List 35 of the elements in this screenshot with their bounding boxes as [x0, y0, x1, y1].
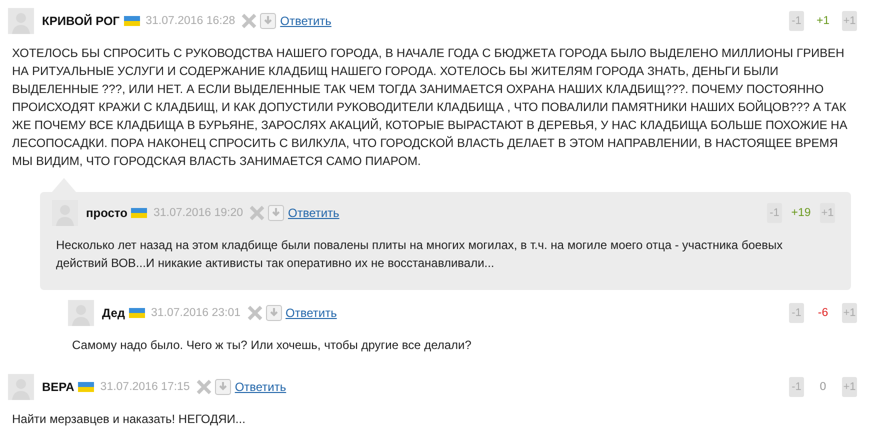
close-icon[interactable]	[241, 13, 258, 29]
author-name[interactable]: КРИВОЙ РОГ	[42, 14, 120, 28]
comment-text: Несколько лет назад на этом кладбище были повалены плиты на многих могилах, в т.ч. на могиле моего отца - участника боевых действий ВОВ...И никакие активисты так оперативно их не восстанавливали...	[55, 237, 784, 272]
comment-text: Самому надо было. Чего ж ты? Или хочешь, чтобы другие все делали?	[71, 337, 472, 354]
avatar-icon	[68, 300, 94, 326]
avatar-icon	[8, 374, 34, 400]
vote-score: -6	[816, 307, 830, 319]
author-name[interactable]: Дед	[102, 306, 125, 320]
vote-score: +1	[815, 15, 831, 27]
close-icon[interactable]	[249, 205, 266, 221]
comment-date: 31.07.2016 16:28	[146, 15, 236, 27]
comment-text: ХОТЕЛОСЬ БЫ СПРОСИТЬ С РУКОВОДСТВА НАШЕГО ГОРОДА, В НАЧАЛЕ ГОДА С БЮДЖЕТА ГОРОДА БЫЛО ВЫДЕЛЕНО МИЛЛИОНЫ ГРИВЕН НА РИТУАЛЬНЫЕ УСЛУГИ И СОДЕРЖАНИЕ КЛАДБИЩ НАШЕГО ГОРОДА. ХОТЕЛОСЬ БЫ ЖИТЕЛЯМ ГОРОДА ЗНАТЬ, ДЕНЬГИ БЫЛИ ВЫДЕЛЕННЫЕ ???, ИЛИ НЕТ. А ЕСЛИ ВЫДЕЛЕННЫЕ ТАК ЧЕМ ТОГДА ЗАНИМАЕТСЯ ОХРАНА НАШИХ КЛАДБИЩ???. ПОЧЕМУ ПОСТОЯННО ПРОИСХОДЯТ КРАЖИ С КЛАДБИЩ, И КАК ДОПУСТИЛИ РУКОВОДИТЕЛИ КЛАДБИЩА , ЧТО ПОВАЛИЛИ ПАМЯТНИКИ НАШИХ БОЙЦОВ??? А ТАК ЖЕ ПОЧЕМУ ВСЕ КЛАДБИЩА В БУРЬЯНЕ, ЗАРОСЛЯХ АКАЦИЙ, КОТОРЫЕ ВЫРАСТАЮТ В ДЕРЕВЬЯ, У НАС КЛАДБИЩА БОЛЬШЕ ПОХОЖИЕ НА ЛЕСОПОСАДКИ. ПОРА НАКОНЕЦ СПРОСИТЬ С ВИЛКУЛА, ЧТО ГОРОДСКОЙ ВЛАСТЬ ДЕЛАЕТ В ЭТОМ НАПРАВЛЕНИИ, В НАСТОЯЩЕЕ ВРЕМЯ МЫ ВИДИМ, ЧТО ГОРОДСКАЯ ВЛАСТЬ ЗАНИМАЕТСЯ САМО ПИАРОМ.	[11, 45, 848, 170]
flag-icon	[78, 382, 94, 392]
author-name[interactable]: просто	[86, 206, 128, 220]
download-icon[interactable]	[268, 205, 284, 221]
reply-link[interactable]: Ответить	[280, 14, 332, 28]
download-icon[interactable]	[260, 13, 276, 29]
reply-link[interactable]: Ответить	[288, 206, 340, 220]
author-name[interactable]: ВЕРА	[42, 380, 74, 394]
flag-icon	[131, 208, 148, 218]
flag-icon	[124, 16, 140, 26]
comment-text: Найти мерзавцев и наказать! НЕГОДЯИ...	[11, 411, 246, 428]
vote-score: +19	[790, 207, 812, 219]
vote-score: 0	[818, 381, 828, 393]
avatar-icon	[8, 8, 34, 34]
comment-date: 31.07.2016 19:20	[153, 207, 244, 219]
download-icon[interactable]	[266, 305, 282, 321]
comment-date: 31.07.2016 17:15	[100, 381, 190, 393]
reply-link[interactable]: Ответить	[286, 306, 337, 320]
download-icon[interactable]	[214, 379, 231, 395]
comment-date: 31.07.2016 23:01	[151, 307, 241, 319]
close-icon[interactable]	[196, 379, 212, 395]
flag-icon	[129, 308, 145, 318]
reply-link[interactable]: Ответить	[234, 380, 286, 394]
close-icon[interactable]	[246, 305, 263, 321]
